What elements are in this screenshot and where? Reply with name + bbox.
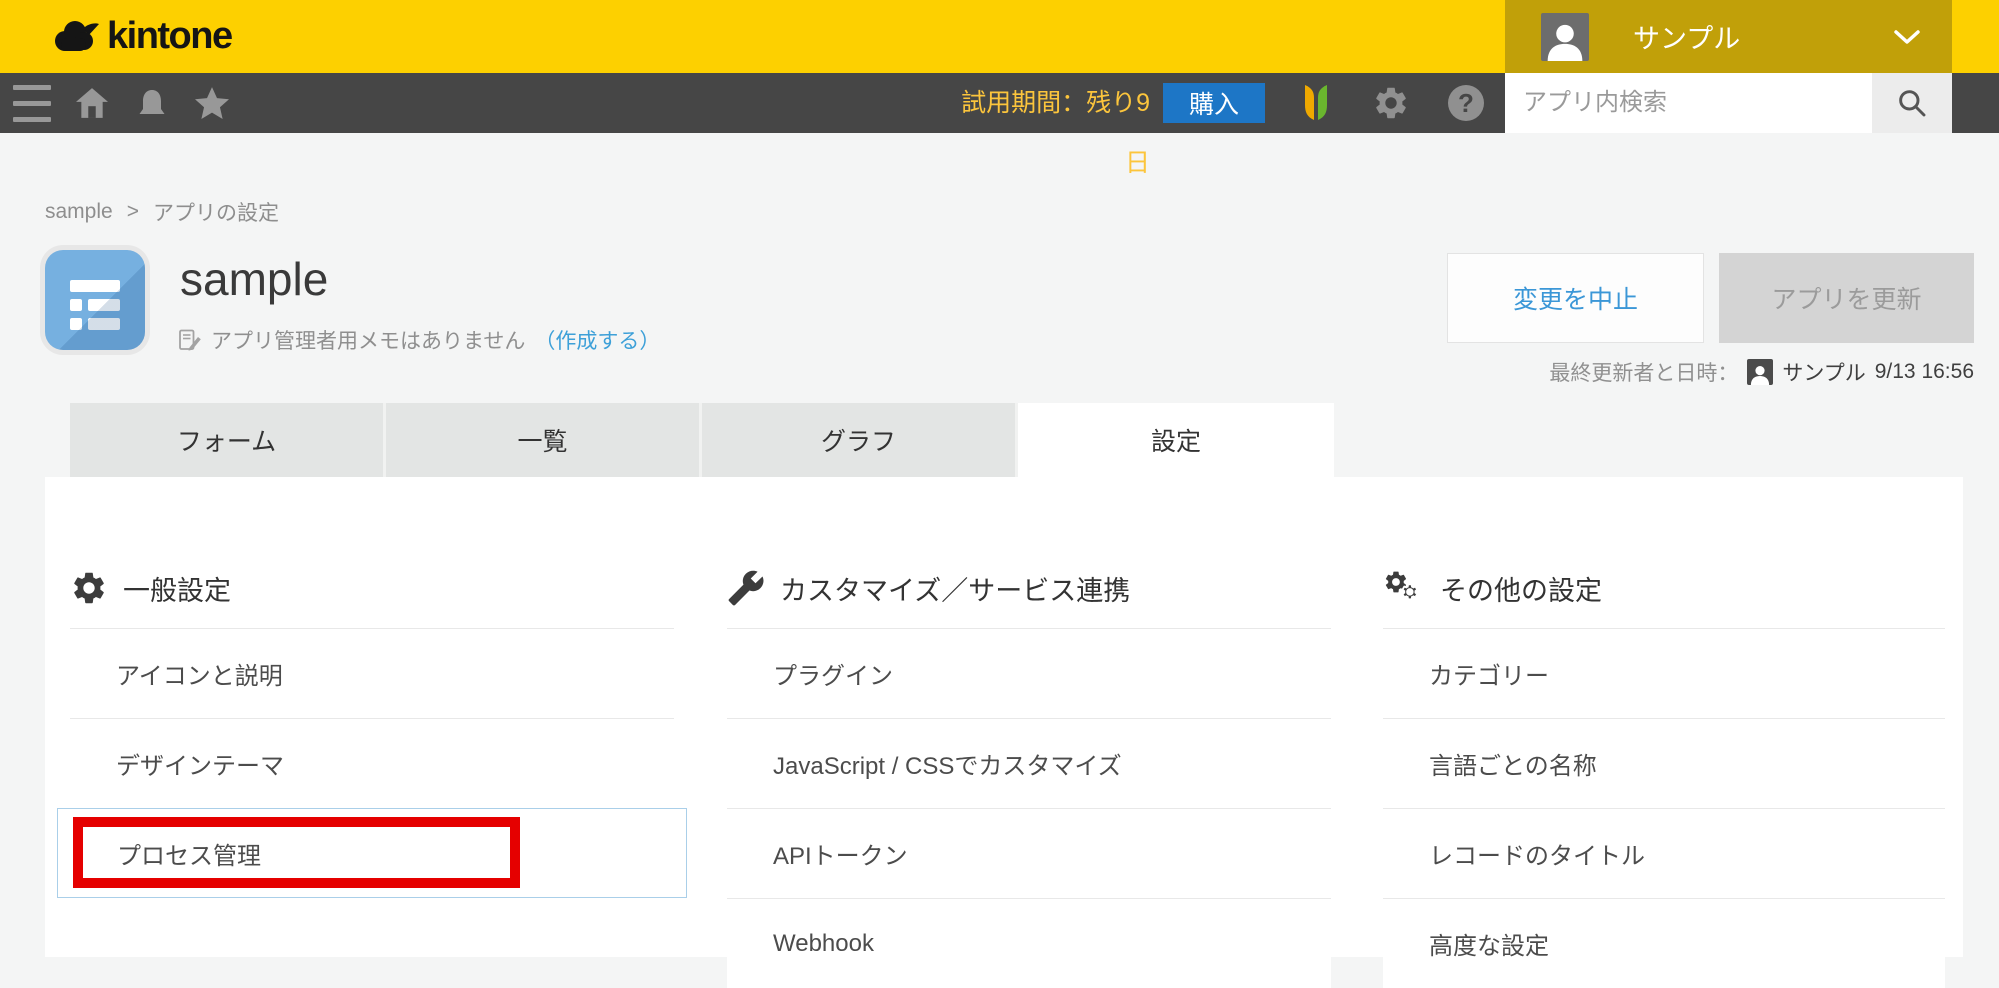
admin-memo-row: アプリ管理者用メモはありません （作成する） [177, 325, 660, 355]
gear-icon[interactable] [1368, 73, 1414, 133]
beginner-guide-icon[interactable] [1295, 73, 1337, 133]
settings-item-process-management[interactable]: プロセス管理 [57, 808, 687, 898]
help-icon[interactable]: ? [1444, 73, 1488, 133]
breadcrumb: sample > アプリの設定 [45, 197, 279, 227]
top-bar: kintone サンプル [0, 0, 1999, 73]
section-title: 一般設定 [123, 569, 231, 608]
user-menu[interactable]: サンプル [1505, 0, 1952, 73]
cancel-changes-button[interactable]: 変更を中止 [1447, 253, 1704, 343]
section-header-customization: カスタマイズ／サービス連携 [727, 565, 1130, 611]
settings-item-plugin[interactable]: プラグイン [727, 628, 1331, 718]
section-header-general: 一般設定 [70, 565, 231, 611]
breadcrumb-current: アプリの設定 [153, 197, 279, 227]
purchase-button[interactable]: 購入 [1163, 83, 1265, 123]
page-title: sample [180, 252, 328, 306]
settings-item-design-theme[interactable]: デザインテーマ [70, 718, 674, 808]
app-icon [45, 250, 145, 350]
last-updated-row: 最終更新者と日時： サンプル 9/13 16:56 [1549, 357, 1974, 387]
settings-panel: 一般設定 アイコンと説明 デザインテーマ プロセス管理 カスタマイズ／サービス連… [45, 477, 1963, 957]
favorites-star-icon[interactable] [190, 73, 234, 133]
kintone-app-settings-page: { "header": { "logo_text": "kintone", "u… [0, 0, 1999, 957]
gears-icon [1383, 568, 1425, 608]
hamburger-menu-icon[interactable] [10, 73, 54, 133]
update-app-button[interactable]: アプリを更新 [1719, 253, 1974, 343]
settings-item-language-names[interactable]: 言語ごとの名称 [1383, 718, 1945, 808]
app-search [1505, 73, 1872, 133]
last-updated-time: 9/13 16:56 [1875, 360, 1974, 384]
memo-note-icon [177, 328, 202, 353]
tab-settings[interactable]: 設定 [1018, 403, 1334, 477]
section-other-settings: その他の設定 カテゴリー 言語ごとの名称 レコードのタイトル 高度な設定 [1383, 477, 1945, 957]
memo-create-link[interactable]: （作成する） [534, 325, 660, 355]
search-button[interactable] [1872, 73, 1952, 133]
memo-empty-text: アプリ管理者用メモはありません [211, 325, 525, 355]
notifications-bell-icon[interactable] [132, 73, 172, 133]
tab-list[interactable]: 一覧 [386, 403, 702, 477]
app-settings-tabbar: フォーム 一覧 グラフ 設定 [70, 403, 1334, 477]
tab-graph[interactable]: グラフ [702, 403, 1018, 477]
last-updated-label: 最終更新者と日時： [1549, 357, 1738, 387]
user-avatar-icon [1541, 13, 1589, 61]
home-icon[interactable] [70, 73, 114, 133]
general-settings-list: アイコンと説明 デザインテーマ プロセス管理 [70, 628, 674, 898]
last-updated-user: サンプル [1782, 357, 1865, 387]
gear-icon [70, 569, 108, 607]
settings-item-advanced[interactable]: 高度な設定 [1383, 898, 1945, 988]
logo-text: kintone [107, 15, 232, 58]
section-title: その他の設定 [1440, 569, 1602, 608]
last-updated-avatar-icon [1747, 359, 1773, 385]
breadcrumb-separator: > [127, 200, 139, 224]
section-general-settings: 一般設定 アイコンと説明 デザインテーマ プロセス管理 [70, 477, 674, 957]
kintone-cloud-icon [52, 19, 100, 55]
chevron-down-icon [1894, 30, 1920, 45]
customization-list: プラグイン JavaScript / CSSでカスタマイズ APIトークン We… [727, 628, 1331, 988]
other-settings-list: カテゴリー 言語ごとの名称 レコードのタイトル 高度な設定 [1383, 628, 1945, 988]
settings-item-webhook[interactable]: Webhook [727, 898, 1331, 988]
wrench-icon [727, 569, 765, 607]
section-title: カスタマイズ／サービス連携 [780, 569, 1130, 608]
settings-item-api-token[interactable]: APIトークン [727, 808, 1331, 898]
trial-period-label: 試用期間：残り9日 [950, 73, 1150, 133]
settings-item-icon-description[interactable]: アイコンと説明 [70, 628, 674, 718]
search-icon [1896, 87, 1928, 119]
search-input[interactable] [1505, 73, 1872, 133]
kintone-logo[interactable]: kintone [52, 0, 232, 73]
settings-item-js-css[interactable]: JavaScript / CSSでカスタマイズ [727, 718, 1331, 808]
global-toolbar: 試用期間：残り9日 購入 ? [0, 73, 1999, 133]
section-header-other: その他の設定 [1383, 565, 1602, 611]
breadcrumb-app-link[interactable]: sample [45, 200, 113, 224]
user-name: サンプル [1633, 17, 1740, 56]
section-customization: カスタマイズ／サービス連携 プラグイン JavaScript / CSSでカスタ… [727, 477, 1331, 957]
settings-item-category[interactable]: カテゴリー [1383, 628, 1945, 718]
settings-item-record-title[interactable]: レコードのタイトル [1383, 808, 1945, 898]
tab-form[interactable]: フォーム [70, 403, 386, 477]
